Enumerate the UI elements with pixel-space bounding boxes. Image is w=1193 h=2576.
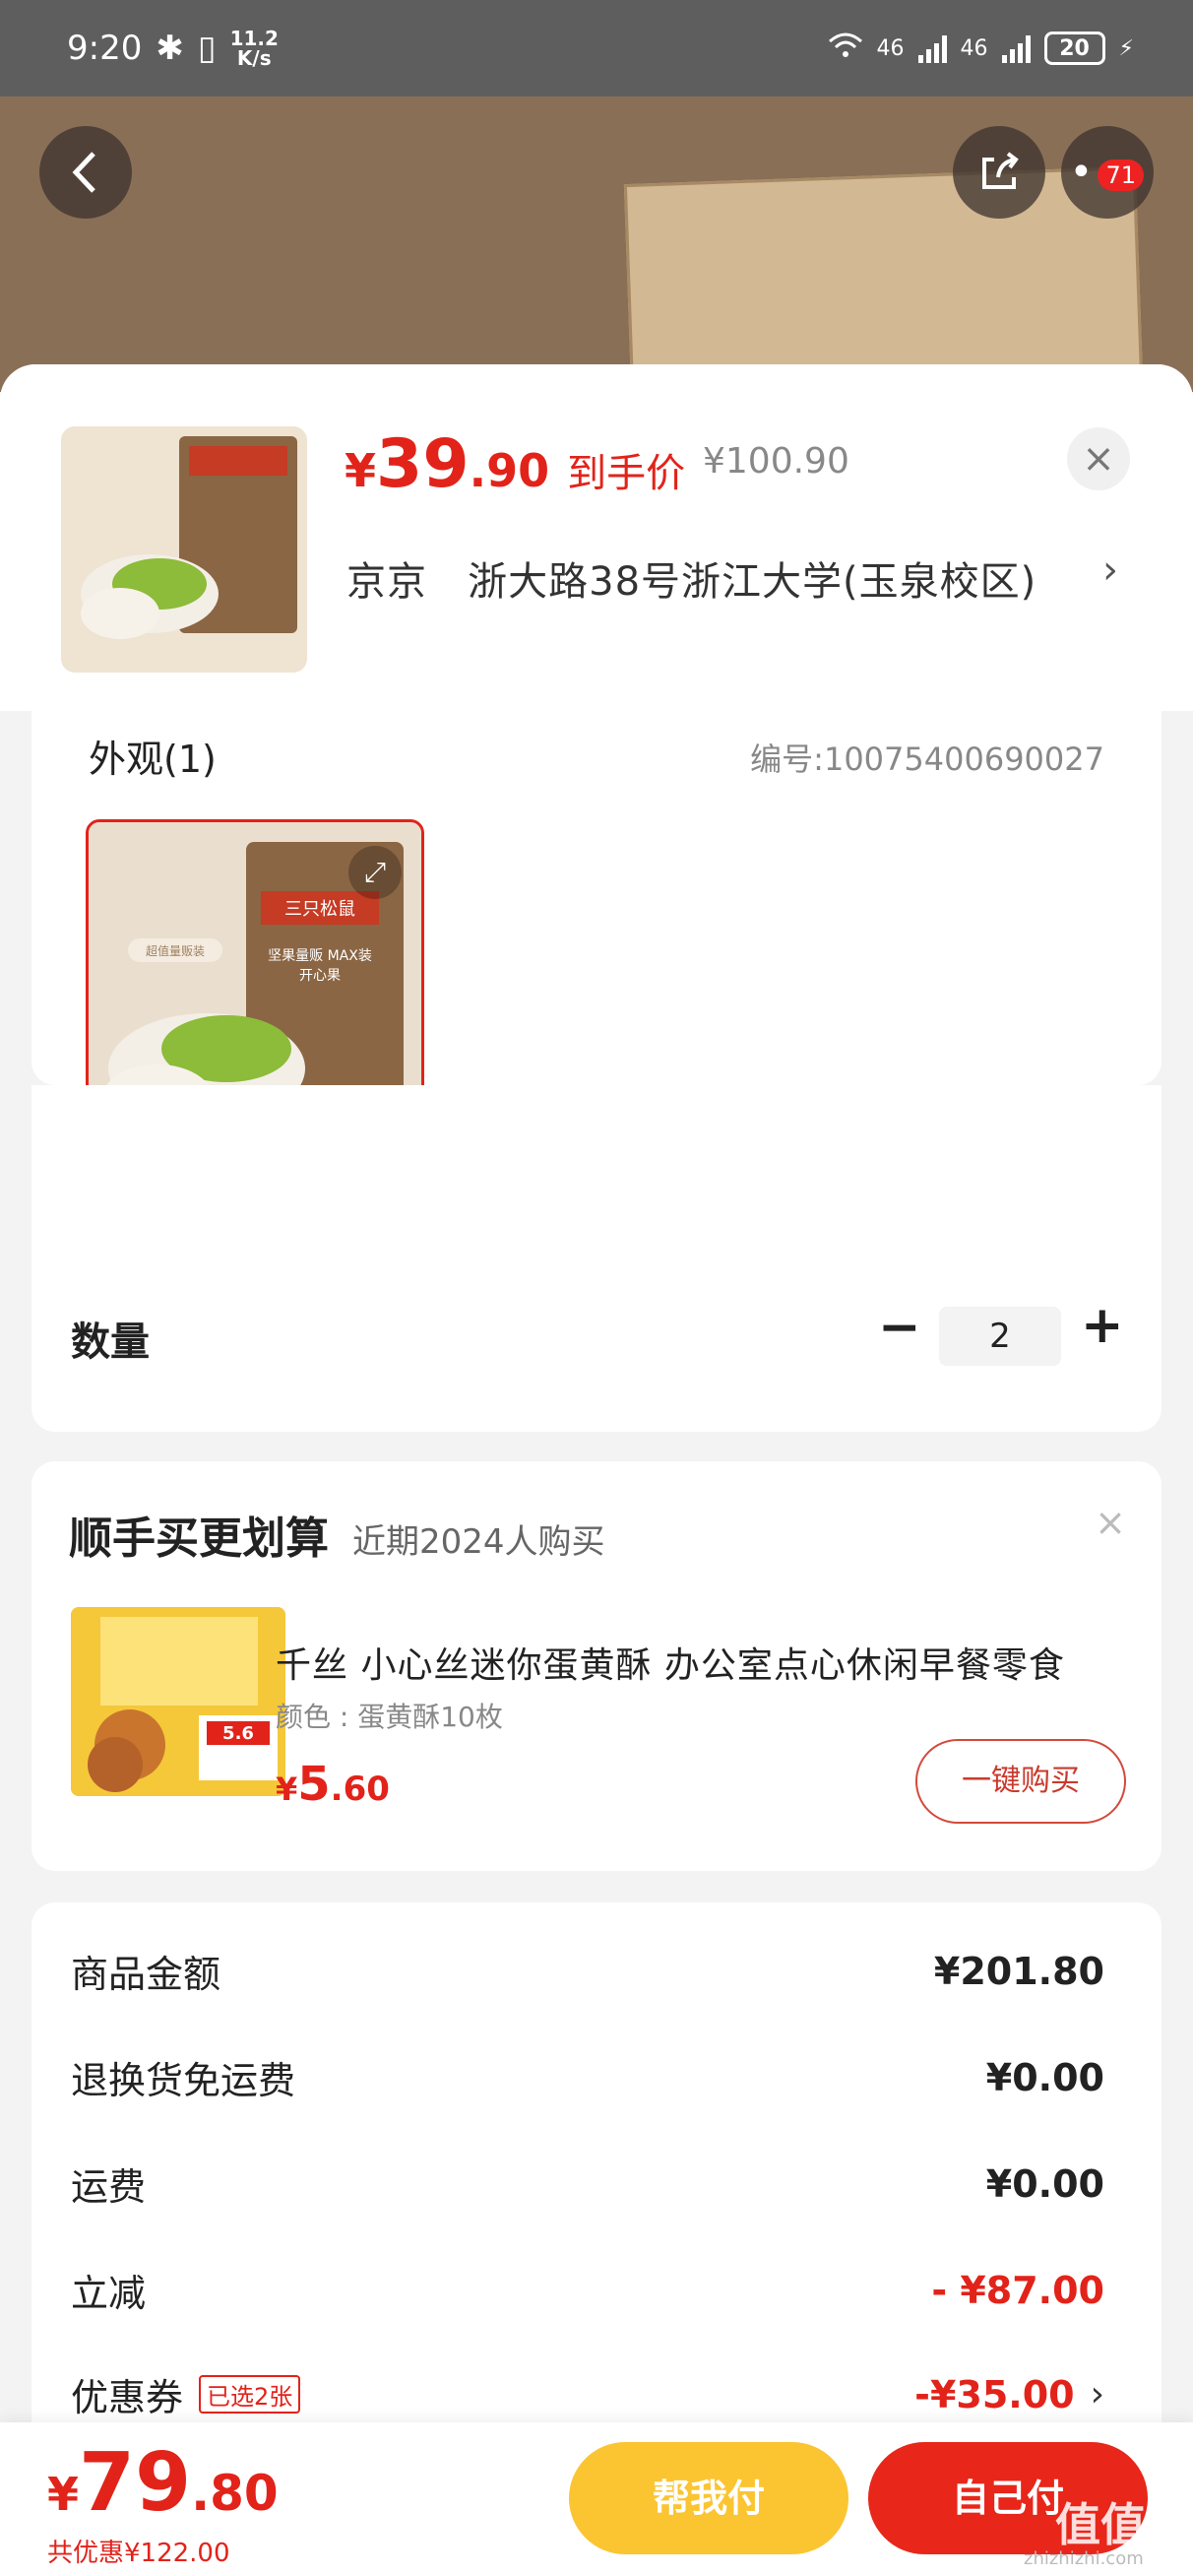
signal-label-1: 46	[876, 35, 905, 61]
watermark-logo: 值值值	[1055, 2498, 1191, 2551]
addon-product-color: 颜色 : 蛋黄酥10枚	[276, 1701, 503, 1733]
addon-title: 顺手买更划算	[69, 1513, 329, 1564]
addon-product-image[interactable]: 5.6	[71, 1607, 285, 1796]
variant-product-name-text: 开心果	[299, 968, 341, 984]
status-bar: 9:20 ✱ ▯ 11.2 K/s 46 46 20 ⚡	[0, 0, 1193, 97]
summary-label: 立减	[71, 2272, 147, 2315]
summary-label: 商品金额	[71, 1953, 221, 1996]
product-price: ¥ 39 .90 到手价	[345, 425, 686, 503]
product-thumbnail	[61, 426, 307, 673]
options-card: 外观(1) 编号:10075400690027 三只松鼠 坚果量贩 MAX装 开…	[31, 711, 1162, 1258]
discount-value: - ¥87.00	[931, 2268, 1104, 2312]
close-button[interactable]: ×	[1067, 427, 1130, 490]
addon-product-name[interactable]: 千丝 小心丝迷你蛋黄酥 办公室点心休闲早餐零食	[276, 1637, 1122, 1688]
message-badge: 71	[1098, 160, 1144, 191]
status-time: 9:20	[67, 29, 143, 68]
share-button[interactable]	[953, 126, 1045, 219]
checkout-bar: ¥ 79 .80 共优惠¥122.00 帮我付 自己付	[0, 2422, 1193, 2576]
sheet-header: ¥ 39 .90 到手价 ¥100.90 × 京京 浙大路38号浙江大学(玉泉校…	[0, 364, 1193, 711]
help-pay-button[interactable]: 帮我付	[569, 2442, 848, 2554]
variant-brand-text: 三只松鼠	[284, 899, 355, 920]
sku-selection-sheet: ¥ 39 .90 到手价 ¥100.90 × 京京 浙大路38号浙江大学(玉泉校…	[0, 364, 1193, 2576]
wifi-icon	[828, 32, 863, 65]
quantity-increment-button[interactable]: +	[1081, 1296, 1124, 1355]
battery-indicator: 20	[1043, 32, 1105, 65]
more-button[interactable]: ••• 71	[1061, 126, 1154, 219]
addon-card: 顺手买更划算 近期2024人购买 × 5.6 千丝 小心丝迷你蛋黄酥 办公室点心…	[31, 1461, 1162, 1871]
addon-subtitle: 近期2024人购买	[352, 1522, 605, 1562]
summary-value: ¥201.80	[933, 1949, 1104, 1993]
chevron-right-icon: ›	[1090, 2374, 1104, 2415]
summary-label: 优惠券	[71, 2376, 184, 2419]
chevron-left-icon	[72, 152, 95, 193]
sku-number: 编号:10075400690027	[750, 741, 1104, 778]
coupon-selected-tag: 已选2张	[199, 2375, 301, 2414]
product-hero-image: ••• 71	[0, 97, 1193, 392]
summary-row: 退换货免运费 ¥0.00	[71, 2050, 1104, 2104]
quantity-decrement-button[interactable]: −	[878, 1298, 921, 1357]
original-price: ¥100.90	[703, 441, 849, 482]
watermark-url: zhizhizhi.com	[1024, 2548, 1144, 2569]
quantity-label: 数量	[71, 1320, 150, 1365]
share-icon	[982, 152, 1019, 189]
variant-subtitle-text: 超值量贩装	[146, 943, 205, 958]
option-group-title: 外观(1)	[89, 738, 217, 781]
expand-icon[interactable]: ⤢	[348, 846, 402, 899]
summary-row: 商品金额 ¥201.80	[71, 1944, 1104, 1998]
final-price-tag: 到手价	[567, 451, 686, 496]
close-icon: ×	[1082, 436, 1115, 482]
back-button[interactable]	[39, 126, 132, 219]
hero-package	[623, 166, 1149, 392]
address-text: 浙大路38号浙江大学(玉泉校区)	[468, 559, 1037, 605]
variant-product-line-text: 坚果量贩 MAX装	[268, 948, 372, 964]
addon-image-price: 5.6	[222, 1723, 254, 1744]
summary-label: 运费	[71, 2165, 147, 2209]
vibrate-icon: ▯	[197, 29, 217, 68]
summary-value: ¥0.00	[985, 2161, 1104, 2206]
signal-bars-icon	[1001, 33, 1031, 63]
close-icon[interactable]: ×	[1095, 1501, 1126, 1544]
charging-icon: ⚡	[1118, 35, 1134, 61]
coupon-value: -¥35.00	[914, 2372, 1075, 2416]
delivery-address[interactable]: 京京 浙大路38号浙江大学(玉泉校区)	[346, 549, 1036, 607]
one-click-buy-button[interactable]: 一键购买	[915, 1739, 1126, 1824]
quantity-card	[31, 1085, 1162, 1432]
total-price: ¥ 79 .80	[47, 2436, 279, 2530]
bluetooth-icon: ✱	[156, 29, 184, 68]
summary-row: 运费 ¥0.00	[71, 2157, 1104, 2211]
summary-label: 退换货免运费	[71, 2059, 296, 2102]
chevron-right-icon[interactable]: ›	[1102, 547, 1118, 593]
address-recipient: 京京	[346, 559, 427, 605]
total-saved: 共优惠¥122.00	[47, 2539, 230, 2568]
coupon-row[interactable]: 优惠券 已选2张 -¥35.00 ›	[71, 2367, 1104, 2421]
signal-bars-icon	[917, 33, 947, 63]
summary-value: ¥0.00	[985, 2055, 1104, 2099]
summary-row: 立减 - ¥87.00	[71, 2263, 1104, 2317]
quantity-input[interactable]: 2	[939, 1307, 1061, 1366]
addon-price: ¥ 5 .60	[276, 1757, 390, 1812]
signal-label-2: 46	[960, 35, 988, 61]
network-speed: 11.2 K/s	[229, 27, 279, 70]
